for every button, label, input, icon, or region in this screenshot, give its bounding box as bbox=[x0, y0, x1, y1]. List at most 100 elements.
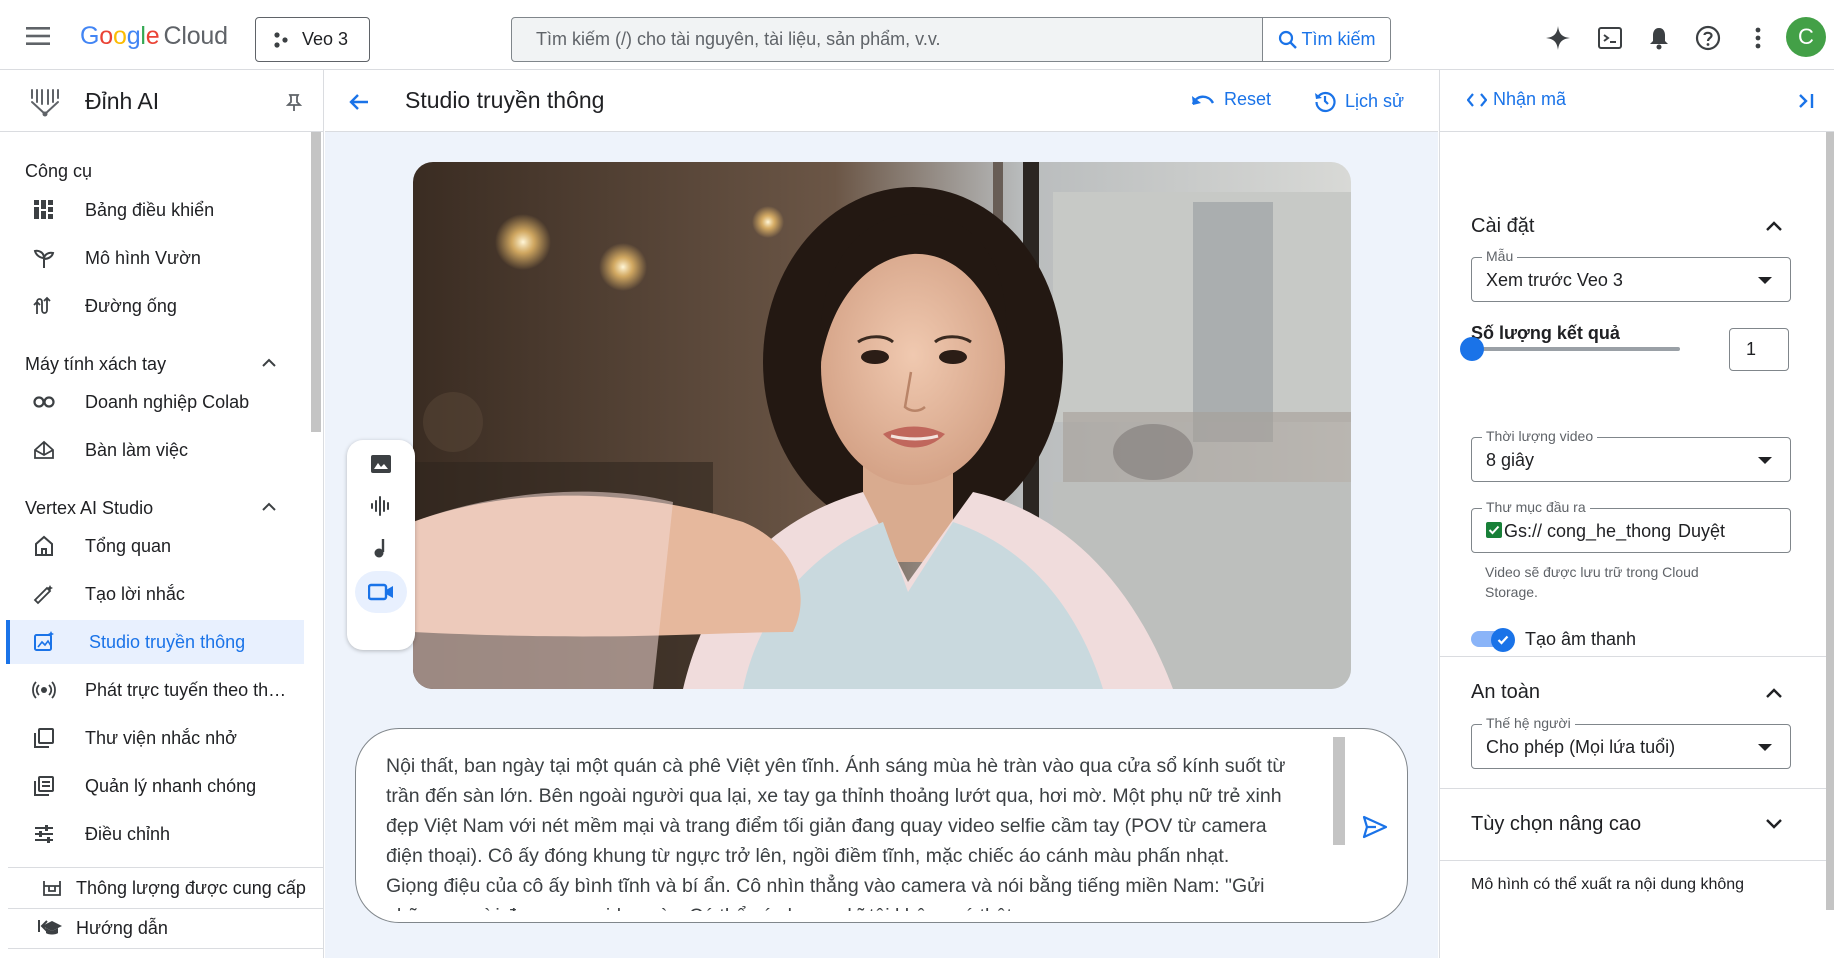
collapse-nav-icon[interactable] bbox=[35, 916, 55, 936]
nav-item-workbench[interactable]: Bàn làm việc bbox=[6, 428, 304, 472]
project-picker[interactable]: Veo 3 bbox=[255, 17, 370, 62]
generated-video-preview[interactable] bbox=[413, 162, 1351, 689]
project-dots-icon bbox=[274, 31, 288, 48]
pin-icon[interactable] bbox=[284, 92, 304, 112]
duration-label: Thời lượng video bbox=[1482, 428, 1598, 444]
more-vert-icon[interactable] bbox=[1744, 24, 1772, 52]
history-button[interactable]: Lịch sử bbox=[1313, 89, 1404, 113]
prompt-scrollbar[interactable] bbox=[1333, 737, 1345, 845]
nav-item-overview[interactable]: Tổng quan bbox=[6, 524, 304, 568]
chevron-up-icon[interactable] bbox=[1762, 681, 1786, 705]
results-count-label: Số lượng kết quả bbox=[1471, 323, 1620, 343]
streaming-icon bbox=[32, 678, 56, 702]
person-generation-label: Thế hệ người bbox=[1482, 715, 1575, 731]
dropdown-arrow-icon bbox=[1758, 277, 1772, 284]
left-navigation: Đỉnh AI Công cụ Bảng điều khiển Mô hình … bbox=[0, 70, 324, 958]
prompt-management-icon bbox=[32, 774, 56, 798]
divider bbox=[1440, 788, 1826, 789]
nav-item-create-prompt[interactable]: Tạo lời nhắc bbox=[6, 572, 304, 616]
search-input[interactable] bbox=[512, 18, 1262, 61]
toggle-check-icon bbox=[1491, 628, 1515, 652]
undo-icon bbox=[1191, 95, 1215, 105]
model-select[interactable]: Mẫu Xem trước Veo 3 bbox=[1471, 248, 1791, 302]
section-tools: Công cụ bbox=[25, 161, 93, 181]
main-content: Studio truyền thông Reset Lịch sử Nội th… bbox=[325, 70, 1438, 958]
chevron-up-icon[interactable] bbox=[258, 496, 280, 518]
results-count-input[interactable] bbox=[1729, 328, 1789, 371]
magic-pen-icon bbox=[32, 582, 56, 606]
reset-button[interactable]: Reset bbox=[1190, 89, 1271, 110]
nav-item-label: Tổng quan bbox=[85, 535, 172, 556]
nav-item-label: Tạo lời nhắc bbox=[85, 583, 185, 604]
chevron-up-icon[interactable] bbox=[1762, 214, 1786, 238]
nav-item-prompt-gallery[interactable]: Thư viện nhắc nhở bbox=[6, 716, 304, 760]
nav-item-tutorials[interactable]: Hướng dẫn bbox=[8, 908, 324, 949]
home-icon bbox=[32, 534, 56, 558]
output-folder-value: Gs:// cong_he_thong bbox=[1504, 521, 1672, 541]
nav-item-media-studio[interactable]: Studio truyền thông bbox=[6, 620, 304, 664]
nav-item-label: Thông lượng được cung cấp bbox=[76, 877, 306, 898]
nav-item-live-streaming[interactable]: Phát trực tuyến theo thời gian thực bbox=[6, 668, 304, 712]
generate-audio-toggle[interactable] bbox=[1471, 628, 1515, 652]
send-icon[interactable] bbox=[1361, 813, 1389, 841]
speech-mode-icon[interactable] bbox=[355, 485, 407, 527]
nav-item-label: Quản lý nhanh chóng bbox=[85, 775, 257, 796]
tune-icon bbox=[32, 822, 56, 846]
colab-icon bbox=[32, 390, 56, 414]
person-generation-value: Cho phép (Mọi lứa tuổi) bbox=[1486, 737, 1676, 757]
gemini-sparkle-icon[interactable] bbox=[1544, 24, 1572, 52]
nav-item-label: Bảng điều khiển bbox=[85, 199, 215, 220]
notifications-bell-icon[interactable] bbox=[1645, 24, 1673, 52]
back-arrow-icon[interactable] bbox=[347, 90, 371, 114]
code-icon bbox=[1467, 92, 1487, 107]
history-icon bbox=[1315, 91, 1336, 113]
nav-item-pipelines[interactable]: Đường ống bbox=[6, 284, 304, 328]
cloud-shell-icon[interactable] bbox=[1596, 24, 1624, 52]
results-slider-thumb[interactable] bbox=[1460, 337, 1484, 361]
search-button-label: Tìm kiếm bbox=[1301, 29, 1376, 49]
nav-item-label: Studio truyền thông bbox=[89, 631, 246, 652]
browse-button[interactable]: Duyệt bbox=[1678, 521, 1725, 542]
get-code-button[interactable]: Nhận mã bbox=[1467, 89, 1566, 110]
output-folder-field[interactable]: Thư mục đầu ra Gs:// cong_he_thong Duyệt bbox=[1471, 499, 1791, 553]
image-mode-icon[interactable] bbox=[355, 443, 407, 485]
chevron-down-icon[interactable] bbox=[1762, 811, 1786, 835]
help-icon[interactable] bbox=[1694, 24, 1722, 52]
prompt-input[interactable]: Nội thất, ban ngày tại một quán cà phê V… bbox=[355, 728, 1408, 923]
chevron-up-icon[interactable] bbox=[258, 352, 280, 374]
output-helper-text: Video sẽ được lưu trữ trong Cloud Storag… bbox=[1485, 564, 1699, 600]
nav-item-provisioned-throughput[interactable]: Thông lượng được cung cấp bbox=[8, 867, 324, 908]
results-slider-track[interactable] bbox=[1478, 347, 1680, 351]
video-mode-icon[interactable] bbox=[355, 571, 407, 613]
settings-scrollbar[interactable] bbox=[1826, 132, 1834, 910]
nav-item-prompt-management[interactable]: Quản lý nhanh chóng bbox=[6, 764, 304, 808]
nav-item-tuning[interactable]: Điều chỉnh bbox=[6, 812, 304, 856]
duration-select[interactable]: Thời lượng video 8 giây bbox=[1471, 428, 1791, 482]
workbench-icon bbox=[32, 438, 56, 462]
person-generation-select[interactable]: Thế hệ người Cho phép (Mọi lứa tuổi) bbox=[1471, 715, 1791, 769]
studio-canvas: Nội thất, ban ngày tại một quán cà phê V… bbox=[325, 132, 1438, 958]
nav-item-label: Thư viện nhắc nhở bbox=[85, 727, 237, 748]
page-header: Studio truyền thông Reset Lịch sử bbox=[325, 70, 1438, 132]
model-value: Xem trước Veo 3 bbox=[1486, 270, 1623, 290]
top-bar: GoogleCloud Veo 3 Tìm kiếm C bbox=[0, 0, 1834, 70]
nav-item-label: Hướng dẫn bbox=[76, 918, 168, 938]
section-vertex-ai-studio: Vertex AI Studio bbox=[25, 498, 154, 518]
reset-label: Reset bbox=[1224, 89, 1272, 109]
nav-item-label: Mô hình Vườn bbox=[85, 247, 201, 268]
safety-title: An toàn bbox=[1471, 681, 1540, 703]
nav-item-colab-enterprise[interactable]: Doanh nghiệp Colab bbox=[6, 380, 304, 424]
nav-item-dashboard[interactable]: Bảng điều khiển bbox=[6, 188, 304, 232]
music-mode-icon[interactable] bbox=[355, 527, 407, 569]
google-cloud-logo[interactable]: Google Cloud bbox=[80, 22, 228, 51]
duration-value: 8 giây bbox=[1486, 450, 1535, 470]
prompt-text[interactable]: Nội thất, ban ngày tại một quán cà phê V… bbox=[386, 751, 1286, 911]
nav-item-model-garden[interactable]: Mô hình Vườn bbox=[6, 236, 304, 280]
nav-scrollbar[interactable] bbox=[311, 132, 321, 432]
advanced-options-title[interactable]: Tùy chọn nâng cao bbox=[1471, 813, 1641, 836]
vertex-ai-logo-icon bbox=[28, 84, 62, 118]
search-button[interactable]: Tìm kiếm bbox=[1262, 18, 1390, 61]
collapse-panel-icon[interactable] bbox=[1794, 90, 1816, 112]
account-avatar[interactable]: C bbox=[1786, 17, 1826, 57]
main-menu-icon[interactable] bbox=[24, 26, 52, 46]
